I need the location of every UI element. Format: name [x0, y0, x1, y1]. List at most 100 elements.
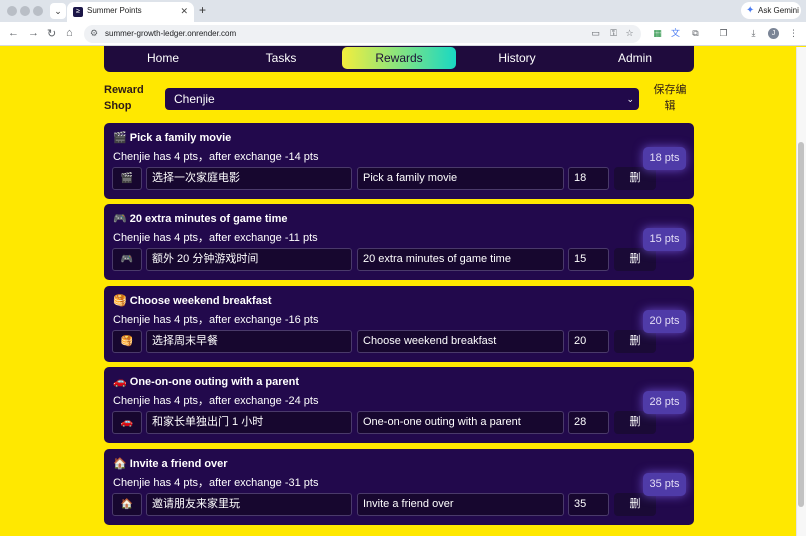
reward-points-input[interactable]: 18 [568, 167, 609, 190]
reward-chinese-name-input[interactable]: 选择周末早餐 [146, 330, 352, 353]
delete-reward-button[interactable]: 删 [614, 493, 656, 516]
reward-balance-text: Chenjie has 4 pts，after exchange -31 pts [113, 477, 319, 489]
browser-toolbar: ← → ↻ ⌂ ⚙ summer-growth-ledger.onrender.… [0, 22, 806, 46]
reward-icon-input[interactable]: 🎮 [112, 248, 142, 271]
chevron-down-icon: ⌄ [626, 94, 634, 104]
reward-shop-label-line2: Shop [104, 100, 132, 112]
reward-points-input[interactable]: 28 [568, 411, 609, 434]
reward-emoji-icon: 🎮 [113, 213, 127, 225]
reward-cost-badge[interactable]: 15 pts [643, 228, 686, 251]
extension-translate-icon[interactable]: 文 [670, 28, 681, 39]
reward-chinese-name-input[interactable]: 选择一次家庭电影 [146, 167, 352, 190]
download-icon[interactable]: ⤓ [748, 28, 759, 39]
reward-card: 🏠 Invite a friend over Chenjie has 4 pts… [104, 449, 694, 525]
tab-list-chevron-icon[interactable]: ⌄ [50, 3, 66, 19]
nav-history[interactable]: History [458, 46, 576, 70]
reward-cost-badge[interactable]: 18 pts [643, 147, 686, 170]
save-edit-label-line2: 辑 [664, 100, 676, 112]
reward-balance-text: Chenjie has 4 pts，after exchange -14 pts [113, 151, 319, 163]
tab-search-icon[interactable]: ❐ [718, 28, 729, 39]
reward-shop-label: Reward Shop [104, 82, 144, 114]
more-menu-icon[interactable]: ⋮ [788, 28, 799, 39]
close-window-icon[interactable] [7, 6, 17, 16]
page-scrollbar-thumb[interactable] [798, 142, 804, 507]
delete-reward-button[interactable]: 删 [614, 411, 656, 434]
reward-balance-text: Chenjie has 4 pts，after exchange -16 pts [113, 314, 319, 326]
reward-shop-label-line1: Reward [104, 84, 144, 96]
reward-title: 🥞 Choose weekend breakfast [113, 294, 272, 307]
reload-icon[interactable]: ↻ [47, 27, 56, 40]
site-favicon-icon: ≥ [73, 7, 83, 17]
delete-reward-button[interactable]: 删 [614, 167, 656, 190]
reward-balance-text: Chenjie has 4 pts，after exchange -11 pts [113, 232, 318, 244]
reward-card: 🎮 20 extra minutes of game time Chenjie … [104, 204, 694, 280]
cast-icon[interactable]: ▭ [590, 28, 601, 39]
reward-chinese-name-input[interactable]: 和家长单独出门 1 小时 [146, 411, 352, 434]
save-edit-label-line1: 保存编 [653, 84, 687, 96]
gemini-sparkle-icon: ✦ [746, 5, 755, 16]
url-text: summer-growth-ledger.onrender.com [105, 29, 237, 38]
reward-english-name-input[interactable]: Invite a friend over [357, 493, 564, 516]
delete-reward-button[interactable]: 删 [614, 330, 656, 353]
reward-icon-input[interactable]: 🥞 [112, 330, 142, 353]
user-select[interactable]: Chenjie ⌄ [165, 88, 639, 110]
reward-title: 🎮 20 extra minutes of game time [113, 212, 288, 225]
minimize-window-icon[interactable] [20, 6, 30, 16]
reward-title: 🎬 Pick a family movie [113, 131, 231, 144]
nav-tasks[interactable]: Tasks [222, 46, 340, 70]
nav-admin[interactable]: Admin [576, 46, 694, 70]
reward-title: 🚗 One-on-one outing with a parent [113, 375, 299, 388]
ask-gemini-label: Ask Gemini [758, 6, 799, 15]
tab-title: Summer Points [87, 6, 142, 15]
password-key-icon[interactable]: ⚿ [608, 28, 619, 39]
extension-sheets-icon[interactable]: ▦ [652, 28, 663, 39]
reward-emoji-icon: 🎬 [113, 132, 127, 144]
reward-cost-badge[interactable]: 28 pts [643, 391, 686, 414]
ask-gemini-button[interactable]: ✦ Ask Gemini [741, 2, 801, 19]
extensions-puzzle-icon[interactable]: ⧉ [690, 28, 701, 39]
reward-chinese-name-input[interactable]: 邀请朋友来家里玩 [146, 493, 352, 516]
delete-reward-button[interactable]: 删 [614, 248, 656, 271]
nav-rewards[interactable]: Rewards [342, 47, 456, 69]
user-select-value: Chenjie [174, 92, 215, 106]
nav-home[interactable]: Home [104, 46, 222, 70]
bookmark-star-icon[interactable]: ☆ [624, 28, 635, 39]
reward-icon-input[interactable]: 🏠 [112, 493, 142, 516]
reward-english-name-input[interactable]: Choose weekend breakfast [357, 330, 564, 353]
maximize-window-icon[interactable] [33, 6, 43, 16]
back-arrow-icon[interactable]: ← [8, 27, 19, 39]
browser-tab[interactable]: ≥ Summer Points ✕ [67, 2, 194, 22]
reward-emoji-icon: 🏠 [113, 458, 127, 470]
reward-english-name-input[interactable]: Pick a family movie [357, 167, 564, 190]
app-navigation: Home Tasks Rewards History Admin [104, 46, 694, 72]
reward-english-name-input[interactable]: 20 extra minutes of game time [357, 248, 564, 271]
reward-emoji-icon: 🥞 [113, 295, 127, 307]
reward-card: 🥞 Choose weekend breakfast Chenjie has 4… [104, 286, 694, 362]
reward-english-name-input[interactable]: One-on-one outing with a parent [357, 411, 564, 434]
reward-title-text: One-on-one outing with a parent [129, 376, 300, 388]
home-icon[interactable]: ⌂ [66, 27, 73, 39]
new-tab-plus-icon[interactable]: + [199, 3, 206, 17]
site-info-icon[interactable]: ⚙ [90, 28, 98, 39]
reward-title-text: Pick a family movie [129, 132, 232, 144]
close-tab-icon[interactable]: ✕ [180, 6, 188, 17]
reward-points-input[interactable]: 20 [568, 330, 609, 353]
reward-points-input[interactable]: 35 [568, 493, 609, 516]
address-bar[interactable]: ⚙ summer-growth-ledger.onrender.com [84, 25, 641, 43]
reward-card: 🚗 One-on-one outing with a parent Chenji… [104, 367, 694, 443]
profile-avatar[interactable]: J [768, 28, 779, 39]
browser-tab-bar: ⌄ ≥ Summer Points ✕ + ✦ Ask Gemini [0, 0, 806, 22]
reward-chinese-name-input[interactable]: 额外 20 分钟游戏时间 [146, 248, 352, 271]
reward-cost-badge[interactable]: 20 pts [643, 310, 686, 333]
forward-arrow-icon[interactable]: → [28, 27, 39, 39]
reward-title-text: 20 extra minutes of game time [129, 213, 288, 225]
reward-icon-input[interactable]: 🚗 [112, 411, 142, 434]
reward-icon-input[interactable]: 🎬 [112, 167, 142, 190]
reward-title-text: Choose weekend breakfast [129, 295, 272, 307]
reward-cost-badge[interactable]: 35 pts [643, 473, 686, 496]
save-edit-button[interactable]: 保存编 辑 [652, 82, 688, 114]
reward-emoji-icon: 🚗 [113, 376, 127, 388]
reward-title: 🏠 Invite a friend over [113, 457, 228, 470]
reward-points-input[interactable]: 15 [568, 248, 609, 271]
reward-title-text: Invite a friend over [129, 458, 228, 470]
